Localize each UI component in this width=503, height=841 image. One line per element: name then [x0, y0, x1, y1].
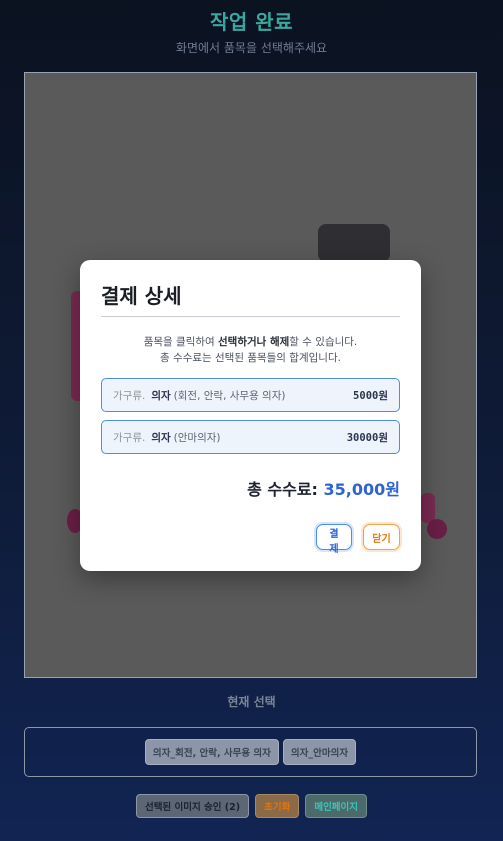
main-page-button[interactable]: 메인페이지 [305, 794, 368, 818]
desc-bold: 선택하거나 해제 [218, 336, 290, 348]
payment-item-row[interactable]: 가구류. 의자 (회전, 안락, 사무용 의자) 5000원 [101, 378, 400, 412]
modal-title: 결제 상세 [101, 284, 182, 308]
reset-button[interactable]: 초기화 [255, 794, 300, 818]
item-category: 가구류. [113, 389, 146, 402]
item-name: 의자 [151, 431, 171, 444]
payment-detail-modal: 결제 상세 품목을 클릭하여 선택하거나 해제할 수 있습니다. 총 수수료는 … [80, 260, 421, 571]
modal-desc-line2: 총 수수료는 선택된 품목들의 합계입니다. [160, 352, 341, 364]
page-subtitle: 화면에서 품목을 선택해주세요 [175, 41, 328, 55]
item-name: 의자 [151, 389, 171, 402]
pay-button[interactable]: 결제 [316, 524, 352, 555]
item-detail: (회전, 안락, 사무용 의자) [173, 389, 286, 402]
footer-actions: 선택된 이미지 승인 (2) 초기화 메인페이지 [0, 794, 503, 818]
chair-headrest-shape [318, 224, 390, 262]
current-selection-label: 현재 선택 [227, 695, 276, 709]
desc-suffix: 할 수 있습니다. [289, 336, 358, 348]
item-price: 5000원 [353, 389, 388, 402]
desc-prefix: 품목을 클릭하여 [143, 336, 219, 348]
approve-selected-button[interactable]: 선택된 이미지 승인 (2) [135, 794, 250, 818]
modal-description: 품목을 클릭하여 선택하거나 해제할 수 있습니다. 총 수수료는 선택된 품목… [101, 334, 400, 366]
item-price: 30000원 [346, 431, 388, 444]
current-selection-box: 의자_회전, 안락, 사무용 의자 의자_안마의자 [24, 727, 477, 777]
close-button[interactable]: 닫기 [363, 524, 400, 550]
total-fee-row: 총 수수료: 35,000원 [101, 476, 400, 500]
selection-chip[interactable]: 의자_안마의자 [282, 739, 357, 765]
item-category: 가구류. [113, 431, 146, 444]
item-detail: (안마의자) [173, 431, 221, 444]
modal-divider [101, 316, 400, 317]
modal-desc-line1: 품목을 클릭하여 선택하거나 해제할 수 있습니다. [101, 334, 400, 350]
total-fee-amount: 35,000원 [323, 480, 400, 499]
page-title: 작업 완료 [209, 10, 294, 34]
modal-actions: 결제 닫기 [316, 524, 400, 555]
total-fee-label: 총 수수료: [247, 480, 318, 499]
payment-item-row[interactable]: 가구류. 의자 (안마의자) 30000원 [101, 420, 400, 454]
selection-chip[interactable]: 의자_회전, 안락, 사무용 의자 [144, 739, 279, 765]
chair-wheel-shape [427, 519, 447, 539]
